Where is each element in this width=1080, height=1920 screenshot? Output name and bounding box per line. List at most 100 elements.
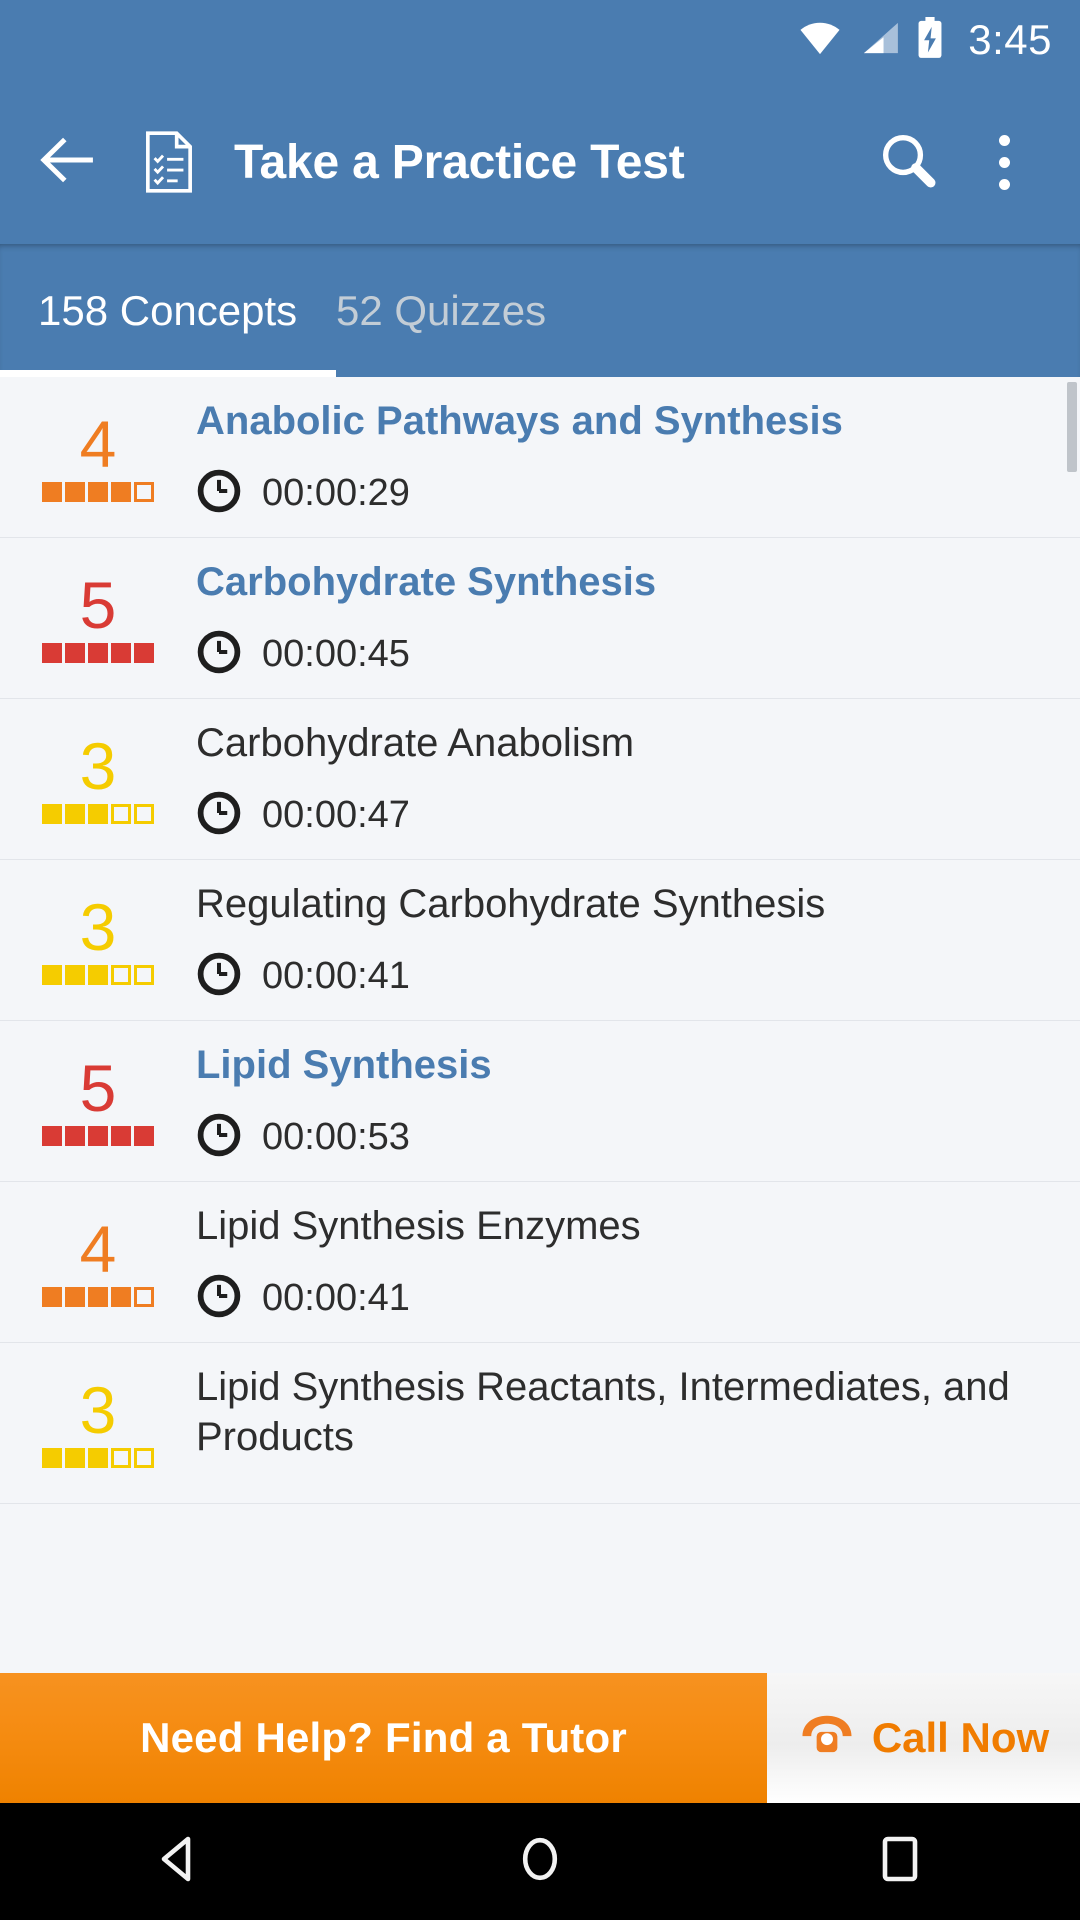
rating-squares [42,804,154,824]
duration-text: 00:00:29 [262,471,410,514]
concept-title[interactable]: Regulating Carbohydrate Synthesis [196,879,1040,929]
tab-quizzes[interactable]: 52 Quizzes [336,244,676,377]
rating-square-filled [65,643,85,663]
concept-row[interactable]: 3 Lipid Synthesis Reactants, Intermediate… [0,1343,1080,1504]
status-bar-clock: 3:45 [968,16,1052,63]
rating-squares [42,1287,154,1307]
rating-square-filled [42,804,62,824]
phone-icon [798,1710,856,1766]
search-button[interactable] [860,129,956,196]
rating-square-empty [134,965,154,985]
android-recents-icon [877,1833,923,1890]
rating-square-filled [111,482,131,502]
rating-square-filled [65,1287,85,1307]
concept-duration: 00:00:53 [196,1112,1040,1163]
rating-square-filled [134,643,154,663]
concept-row-body: Carbohydrate Synthesis 00:00:45 [196,552,1080,684]
rating-squares [42,643,154,663]
tutor-banner: Need Help? Find a Tutor Call Now [0,1673,1080,1803]
concept-row[interactable]: 3 Carbohydrate Anabolism 00:00:47 [0,699,1080,860]
concept-row[interactable]: 4 Lipid Synthesis Enzymes 00:00:41 [0,1182,1080,1343]
concept-title[interactable]: Carbohydrate Synthesis [196,557,1040,607]
rating-square-filled [88,1126,108,1146]
rating-number: 3 [79,890,117,964]
app-toolbar: Take a Practice Test [0,80,1080,244]
concept-row-body: Anabolic Pathways and Synthesis 00:00:29 [196,391,1080,523]
practice-test-document-icon [130,131,208,193]
rating-square-filled [111,1287,131,1307]
rating-number: 5 [79,568,117,642]
difficulty-rating: 3 [0,1357,196,1489]
rating-square-empty [134,482,154,502]
concept-row[interactable]: 5 Lipid Synthesis 00:00:53 [0,1021,1080,1182]
rating-number: 5 [79,1051,117,1125]
duration-text: 00:00:53 [262,1115,410,1158]
android-back-button[interactable] [80,1833,280,1890]
rating-square-filled [88,965,108,985]
concept-row[interactable]: 4 Anabolic Pathways and Synthesis 00:00:29 [0,377,1080,538]
android-recents-button[interactable] [800,1833,1000,1890]
rating-square-filled [111,1126,131,1146]
call-now-button[interactable]: Call Now [767,1673,1080,1803]
concept-title[interactable]: Lipid Synthesis [196,1040,1040,1090]
rating-number: 3 [79,729,117,803]
concept-row-body: Lipid Synthesis Enzymes 00:00:41 [196,1196,1080,1328]
find-a-tutor-button[interactable]: Need Help? Find a Tutor [0,1673,767,1803]
difficulty-rating: 4 [0,391,196,523]
tab-concepts[interactable]: 158 Concepts [0,244,336,377]
list-scrollbar[interactable] [1067,382,1077,472]
clock-icon [196,951,242,1002]
back-button[interactable] [28,137,108,188]
rating-number: 4 [79,1212,117,1286]
duration-text: 00:00:47 [262,793,410,836]
android-back-icon [154,1833,206,1890]
rating-square-filled [88,1287,108,1307]
rating-square-filled [65,1126,85,1146]
duration-text: 00:00:41 [262,1276,410,1319]
status-bar: 3:45 [0,0,1080,80]
rating-squares [42,965,154,985]
page-title: Take a Practice Test [234,135,685,189]
rating-square-filled [111,643,131,663]
concept-duration: 00:00:29 [196,468,1040,519]
concept-duration: 00:00:47 [196,790,1040,841]
concept-row-body: Carbohydrate Anabolism 00:00:47 [196,713,1080,845]
rating-square-filled [88,804,108,824]
concept-list[interactable]: 4 Anabolic Pathways and Synthesis 00:00:29… [0,377,1080,1673]
concept-title[interactable]: Anabolic Pathways and Synthesis [196,396,1040,446]
overflow-menu-icon [998,134,1010,190]
rating-square-empty [134,1448,154,1468]
difficulty-rating: 4 [0,1196,196,1328]
rating-number: 4 [79,407,117,481]
rating-square-empty [111,1448,131,1468]
android-home-icon [514,1831,566,1892]
rating-square-filled [42,643,62,663]
status-bar-icons [798,16,944,64]
concept-duration: 00:00:41 [196,951,1040,1002]
call-now-label: Call Now [871,1714,1050,1761]
rating-number: 3 [79,1373,117,1447]
concept-title[interactable]: Lipid Synthesis Reactants, Intermediates… [196,1362,1040,1462]
clock-icon [196,1273,242,1324]
rating-square-filled [65,965,85,985]
concept-title[interactable]: Carbohydrate Anabolism [196,718,1040,768]
rating-squares [42,482,154,502]
clock-icon [196,1112,242,1163]
concept-duration: 00:00:45 [196,629,1040,680]
rating-square-empty [111,965,131,985]
rating-square-filled [134,1126,154,1146]
concept-row[interactable]: 3 Regulating Carbohydrate Synthesis 00:00:… [0,860,1080,1021]
search-icon [877,129,939,196]
cellular-signal-icon [858,21,900,60]
rating-square-filled [88,643,108,663]
rating-square-filled [65,1448,85,1468]
difficulty-rating: 5 [0,552,196,684]
concept-title[interactable]: Lipid Synthesis Enzymes [196,1201,1040,1251]
rating-square-filled [42,1448,62,1468]
rating-squares [42,1448,154,1468]
duration-text: 00:00:45 [262,632,410,675]
concept-row[interactable]: 5 Carbohydrate Synthesis 00:00:45 [0,538,1080,699]
duration-text: 00:00:41 [262,954,410,997]
overflow-menu-button[interactable] [956,134,1052,190]
android-home-button[interactable] [440,1831,640,1892]
